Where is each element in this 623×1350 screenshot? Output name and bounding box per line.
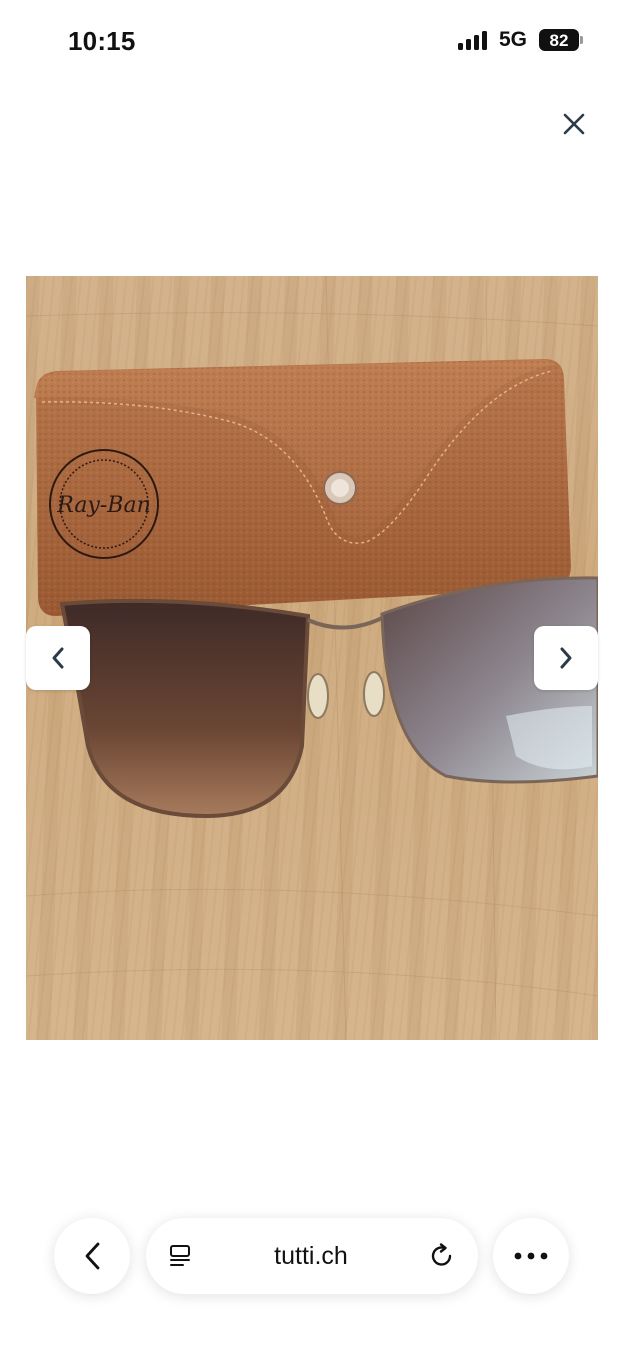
status-time: 10:15 — [68, 26, 136, 56]
case-logo-text: Ray-Ban — [56, 493, 151, 518]
more-options-button[interactable] — [493, 1218, 569, 1294]
chevron-right-icon — [560, 647, 572, 669]
close-button[interactable] — [556, 106, 592, 142]
signal-icon — [457, 30, 487, 50]
status-indicators: 5G 82 — [457, 28, 583, 52]
browser-toolbar: tutti.ch — [0, 1210, 623, 1310]
ellipsis-icon — [514, 1252, 548, 1260]
chevron-left-icon — [85, 1242, 100, 1270]
chevron-left-icon — [52, 647, 64, 669]
browser-back-button[interactable] — [54, 1218, 130, 1294]
reload-icon[interactable] — [428, 1242, 456, 1270]
next-image-button[interactable] — [534, 626, 598, 690]
battery-icon: 82 — [539, 29, 583, 51]
address-bar[interactable]: tutti.ch — [146, 1218, 478, 1294]
previous-image-button[interactable] — [26, 626, 90, 690]
network-type: 5G — [498, 28, 527, 51]
photo-illustration: Ray-Ban — [26, 276, 598, 1040]
sunglasses — [59, 576, 598, 819]
reader-icon[interactable] — [168, 1243, 194, 1269]
url-text[interactable]: tutti.ch — [274, 1242, 348, 1271]
battery-level: 82 — [539, 29, 579, 51]
product-photo: Ray-Ban — [26, 276, 598, 1040]
close-icon — [563, 113, 585, 135]
status-bar: 10:15 5G 82 — [0, 0, 623, 84]
